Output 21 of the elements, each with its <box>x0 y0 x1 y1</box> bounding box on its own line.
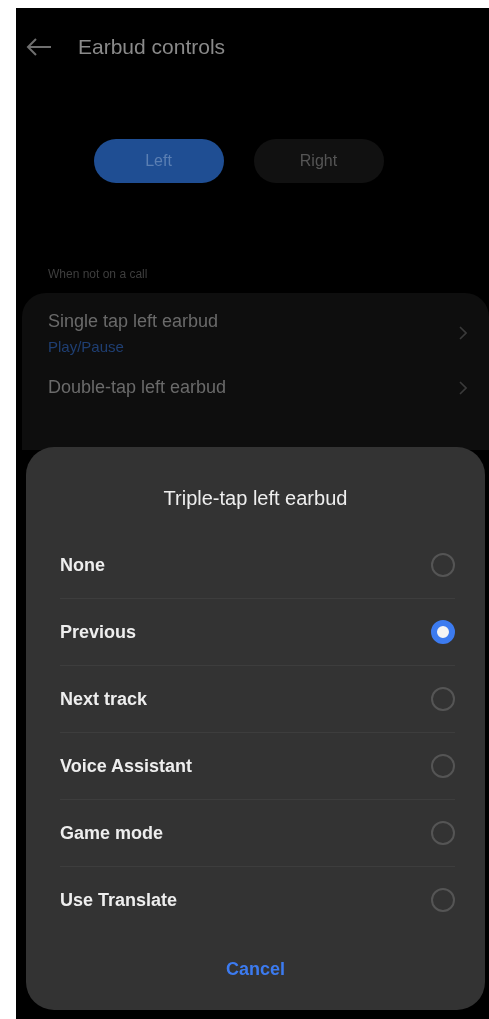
setting-value: Play/Pause <box>48 338 125 355</box>
radio-button[interactable] <box>431 821 455 845</box>
option-label[interactable]: None <box>60 554 105 576</box>
option-label[interactable]: Next track <box>60 688 148 710</box>
chevron-icon <box>459 380 467 395</box>
option-label[interactable]: Use Translate <box>60 889 178 911</box>
radio-button[interactable] <box>431 620 455 644</box>
option-label[interactable]: Voice Assistant <box>60 755 193 777</box>
dialog-title: Triple-tap left earbud <box>162 487 349 510</box>
option-label[interactable]: Game mode <box>60 822 164 844</box>
radio-button[interactable] <box>431 754 455 778</box>
setting-title[interactable]: Double-tap left earbud <box>48 377 227 398</box>
chevron-icon <box>459 326 467 340</box>
option-label[interactable]: Previous <box>60 621 137 643</box>
radio-button[interactable] <box>431 888 455 912</box>
back-button[interactable] <box>26 37 52 57</box>
section-label: When not on a call <box>48 267 149 281</box>
radio-button[interactable] <box>431 687 455 711</box>
screen-title: Earbud controls <box>78 35 226 59</box>
setting-title[interactable]: Single tap left earbud <box>48 311 219 332</box>
radio-button[interactable] <box>431 553 455 577</box>
